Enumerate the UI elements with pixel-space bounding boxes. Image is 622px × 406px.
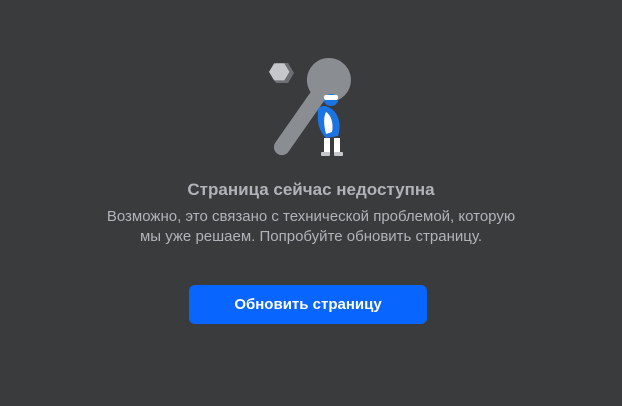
wrench-with-person-icon (250, 52, 370, 162)
error-page: Страница сейчас недоступна Возможно, это… (0, 0, 622, 406)
error-title: Страница сейчас недоступна (187, 180, 435, 199)
error-message: Возможно, это связано с технической проб… (106, 208, 516, 245)
reload-page-button[interactable]: Обновить страницу (189, 285, 427, 324)
